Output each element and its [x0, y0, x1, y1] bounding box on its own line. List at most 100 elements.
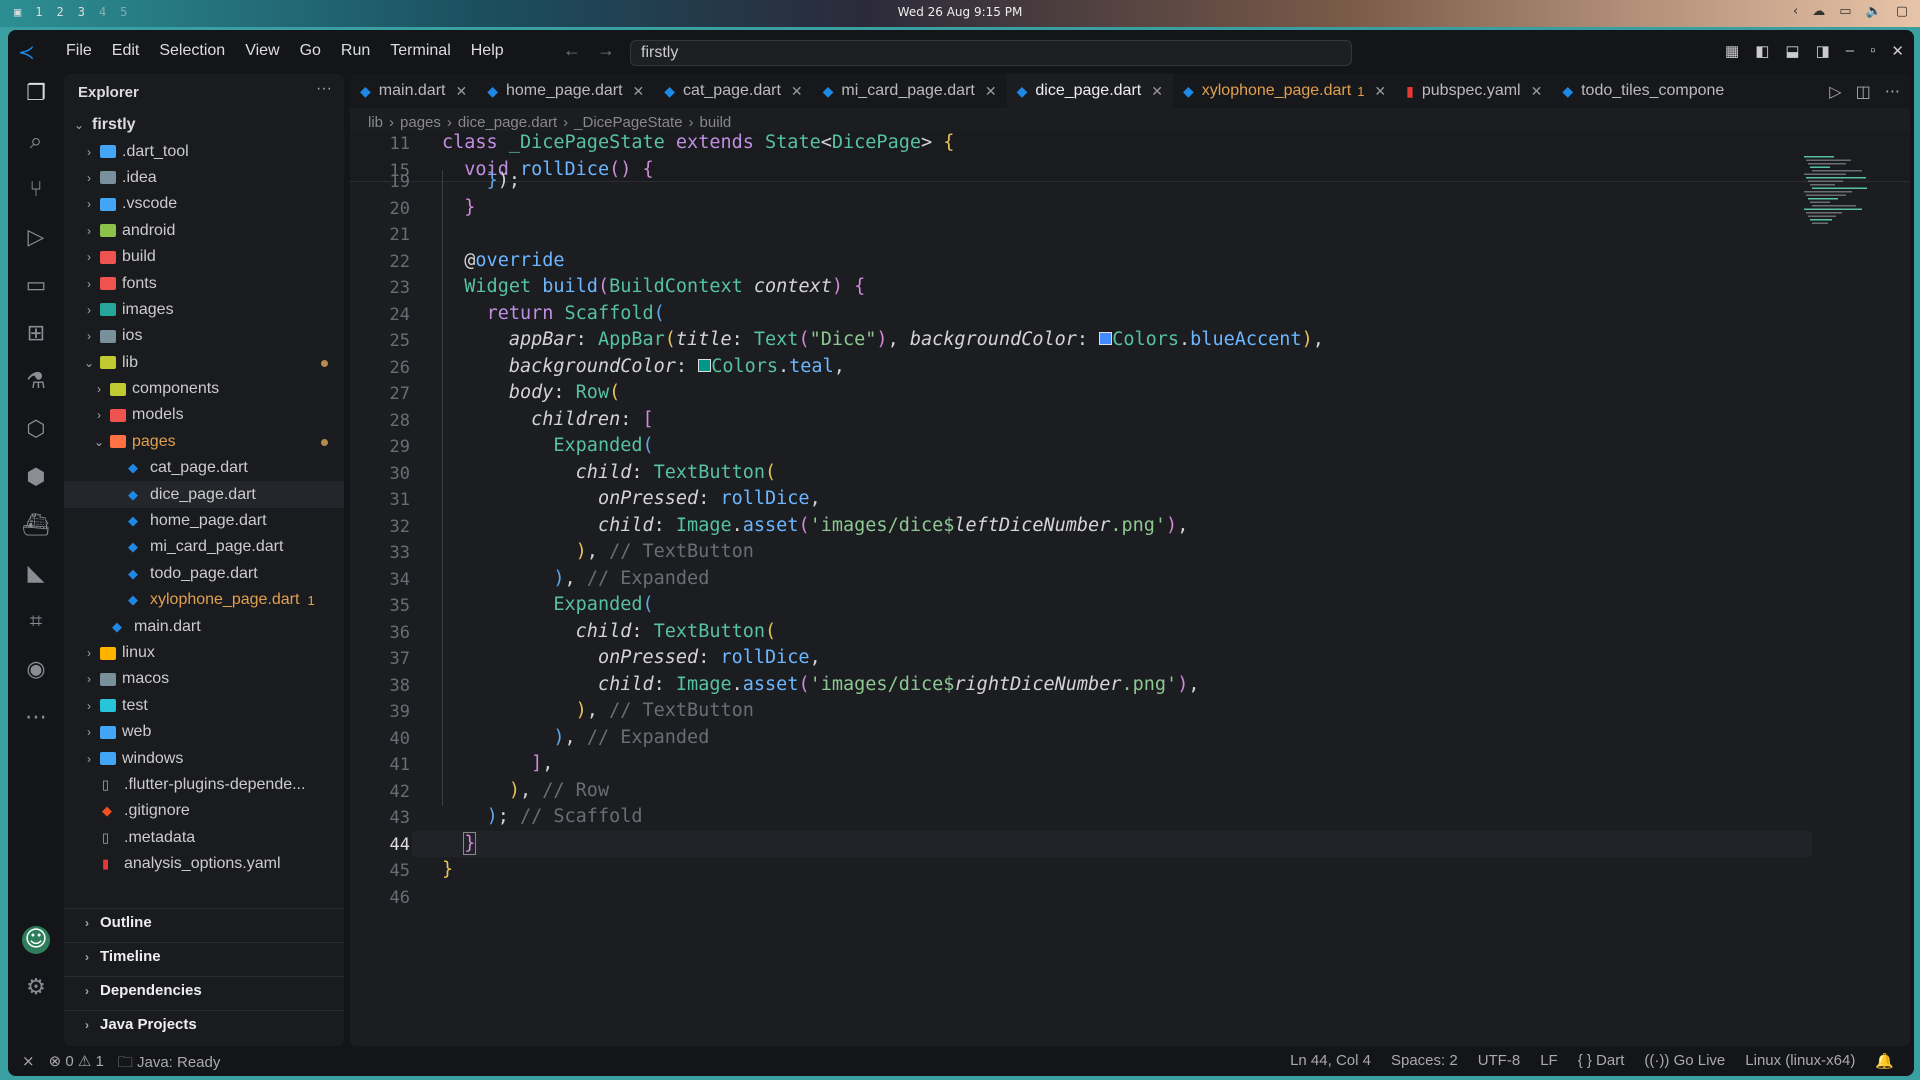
- code-line[interactable]: }: [442, 831, 477, 855]
- indentation[interactable]: Spaces: 2: [1391, 1052, 1458, 1070]
- tree-folder[interactable]: › windows: [64, 745, 344, 771]
- maximize-icon[interactable]: ▫: [1870, 42, 1875, 60]
- more-actions-icon[interactable]: ···: [316, 80, 332, 98]
- code-line[interactable]: ), // TextButton: [442, 700, 754, 721]
- tree-folder[interactable]: › linux: [64, 640, 344, 666]
- end-of-line[interactable]: LF: [1540, 1052, 1558, 1070]
- close-tab-icon[interactable]: ✕: [1151, 83, 1163, 100]
- section-dependencies[interactable]: › Dependencies: [64, 976, 344, 1004]
- chevron-left-icon[interactable]: ‹: [1793, 4, 1798, 19]
- sticky-scroll[interactable]: 11 class _DicePageState extends State<Dic…: [350, 132, 1910, 182]
- tree-file[interactable]: ◆ mi_card_page.dart: [64, 534, 344, 560]
- go-live-button[interactable]: ((·)) Go Live: [1644, 1052, 1725, 1070]
- more-icon[interactable]: ⋯: [22, 704, 50, 732]
- section-java-projects[interactable]: › Java Projects: [64, 1010, 344, 1038]
- close-window-icon[interactable]: ✕: [1891, 42, 1904, 60]
- breadcrumb-item[interactable]: _DicePageState: [574, 114, 682, 131]
- menu-file[interactable]: File: [56, 42, 102, 60]
- notification-icon[interactable]: ▢: [1896, 4, 1908, 19]
- scan-icon[interactable]: ⌗: [22, 608, 50, 636]
- tree-file[interactable]: ◆ todo_page.dart: [64, 561, 344, 587]
- customize-layout-icon[interactable]: ▦: [1725, 42, 1739, 60]
- tree-folder[interactable]: › build: [64, 244, 344, 270]
- gear-icon[interactable]: ⚙: [22, 974, 50, 1002]
- menu-view[interactable]: View: [235, 42, 289, 60]
- code-line[interactable]: onPressed: rollDice,: [442, 647, 821, 668]
- breadcrumb-item[interactable]: dice_page.dart: [458, 114, 557, 131]
- tree-folder[interactable]: › web: [64, 719, 344, 745]
- source-control-icon[interactable]: ⑂: [22, 176, 50, 204]
- tree-file[interactable]: ◆ .gitignore: [64, 798, 344, 824]
- close-tab-icon[interactable]: ✕: [633, 83, 645, 100]
- tree-file[interactable]: ◆ home_page.dart: [64, 508, 344, 534]
- close-tab-icon[interactable]: ✕: [455, 83, 467, 100]
- toggle-secondary-sidebar-icon[interactable]: ◨: [1816, 42, 1830, 60]
- menu-edit[interactable]: Edit: [102, 42, 150, 60]
- code-line[interactable]: onPressed: rollDice,: [442, 488, 821, 509]
- code-line[interactable]: Widget build(BuildContext context) {: [442, 276, 865, 297]
- remote-explorer-icon[interactable]: ▭: [22, 272, 50, 300]
- flutter-icon[interactable]: ◣: [22, 560, 50, 588]
- more-icon[interactable]: ···: [1885, 82, 1900, 101]
- database-icon[interactable]: ⬡: [22, 416, 50, 444]
- code-line[interactable]: ), // Row: [442, 780, 609, 801]
- testing-icon[interactable]: ⚗: [22, 368, 50, 396]
- volume-icon[interactable]: 🔈: [1866, 4, 1882, 19]
- editor-tab[interactable]: ◆ dice_page.dart ✕: [1006, 74, 1173, 108]
- menu-help[interactable]: Help: [461, 42, 514, 60]
- editor-tab[interactable]: ◆ cat_page.dart ✕: [654, 74, 812, 108]
- tree-folder[interactable]: › images: [64, 297, 344, 323]
- close-tab-icon[interactable]: ✕: [985, 83, 997, 100]
- code-line[interactable]: });: [442, 170, 520, 191]
- code-line[interactable]: }: [442, 197, 475, 218]
- tree-folder[interactable]: › test: [64, 693, 344, 719]
- editor-tab[interactable]: ◆ xylophone_page.dart 1 ✕: [1173, 74, 1396, 108]
- code-line[interactable]: ],: [442, 753, 553, 774]
- code-line[interactable]: ), // Expanded: [442, 727, 709, 748]
- tree-file[interactable]: ◆ dice_page.dart: [64, 481, 344, 508]
- tree-folder[interactable]: › components: [64, 376, 344, 402]
- run-debug-icon[interactable]: ▷: [22, 224, 50, 252]
- code-line[interactable]: appBar: AppBar(title: Text("Dice"), back…: [442, 329, 1324, 350]
- close-tab-icon[interactable]: ✕: [1531, 83, 1543, 100]
- tree-folder[interactable]: › android: [64, 218, 344, 244]
- clock[interactable]: Wed 26 Aug 9:15 PM: [0, 5, 1920, 19]
- tree-file[interactable]: ◆ xylophone_page.dart 1: [64, 587, 344, 613]
- tree-folder[interactable]: › macos: [64, 666, 344, 692]
- problems-indicator[interactable]: ⊗ 0 ⚠ 1: [49, 1052, 104, 1076]
- tree-folder[interactable]: ⌄ lib: [64, 350, 344, 376]
- code-line[interactable]: Expanded(: [442, 594, 653, 615]
- code-line[interactable]: child: TextButton(: [442, 621, 777, 642]
- cloud-icon[interactable]: ☁: [1812, 4, 1825, 19]
- editor-tab[interactable]: ◆ home_page.dart ✕: [477, 74, 654, 108]
- preview-icon[interactable]: ◉: [22, 656, 50, 684]
- extensions-icon[interactable]: ⊞: [22, 320, 50, 348]
- code-line[interactable]: class _DicePageState extends State<DiceP…: [442, 132, 954, 153]
- tree-folder[interactable]: › .idea: [64, 165, 344, 191]
- code-line[interactable]: }: [442, 859, 453, 880]
- tree-file[interactable]: ▮ analysis_options.yaml: [64, 851, 344, 877]
- tree-file[interactable]: ▯ .metadata: [64, 825, 344, 851]
- cursor-position[interactable]: Ln 44, Col 4: [1290, 1052, 1371, 1070]
- python-icon[interactable]: ⬢: [22, 464, 50, 492]
- breadcrumb-item[interactable]: build: [700, 114, 732, 131]
- toggle-panel-icon[interactable]: ⬓: [1785, 42, 1799, 60]
- code-line[interactable]: child: TextButton(: [442, 462, 777, 483]
- close-tab-icon[interactable]: ✕: [1374, 83, 1386, 100]
- docker-icon[interactable]: ⛴: [22, 512, 50, 540]
- editor-tab[interactable]: ◆ todo_tiles_compone: [1552, 74, 1734, 108]
- code-line[interactable]: Expanded(: [442, 435, 653, 456]
- run-icon[interactable]: ▷: [1829, 82, 1841, 101]
- tree-folder[interactable]: › fonts: [64, 270, 344, 296]
- section-outline[interactable]: › Outline: [64, 908, 344, 936]
- breadcrumb-item[interactable]: pages: [400, 114, 441, 131]
- code-line[interactable]: ); // Scaffold: [442, 806, 643, 827]
- breadcrumb-item[interactable]: lib: [368, 114, 383, 131]
- editor-tab[interactable]: ▮ pubspec.yaml ✕: [1396, 74, 1552, 108]
- code-line[interactable]: child: Image.asset('images/dice$leftDice…: [442, 515, 1188, 536]
- avatar[interactable]: ☺: [22, 926, 50, 954]
- minimize-icon[interactable]: –: [1846, 42, 1854, 60]
- editor-tab[interactable]: ◆ mi_card_page.dart ✕: [813, 74, 1007, 108]
- tree-file[interactable]: ◆ main.dart: [64, 613, 344, 639]
- code-line[interactable]: ), // TextButton: [442, 541, 754, 562]
